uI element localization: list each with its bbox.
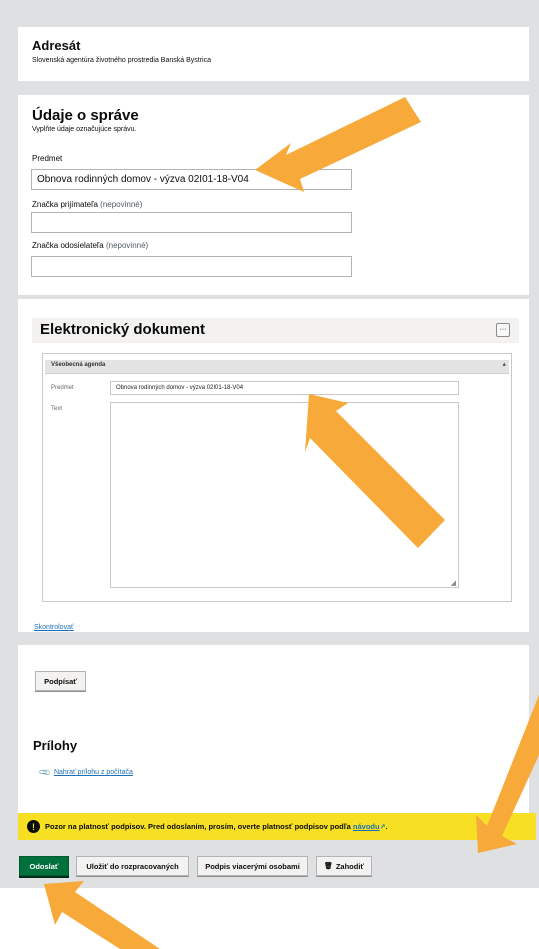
warning-banner: ! Pozor na platnosť podpisov. Pred odosl… bbox=[18, 813, 536, 840]
warning-text-wrap: Pozor na platnosť podpisov. Pred odoslan… bbox=[45, 822, 388, 831]
agenda-subject-label: Predmet bbox=[51, 385, 74, 391]
message-details-card: Údaje o správe Vyplňte údaje označujúce … bbox=[18, 95, 529, 295]
recipient-ref-label: Značka prijímateľa (nepovinné) bbox=[32, 200, 142, 209]
sender-ref-label: Značka odosielateľa (nepovinné) bbox=[32, 241, 148, 250]
sign-button[interactable]: Podpísať bbox=[35, 671, 86, 691]
resize-handle-icon[interactable]: ◢ bbox=[451, 579, 456, 587]
message-title: Údaje o správe bbox=[32, 107, 139, 124]
recipient-card: Adresát Slovenská agentúra životného pro… bbox=[18, 27, 529, 81]
send-button[interactable]: Odoslať bbox=[19, 856, 69, 876]
edoc-form-frame: Všeobecná agenda ▴ Predmet Obnova rodinn… bbox=[42, 353, 512, 602]
agenda-panel-header: Všeobecná agenda ▴ bbox=[45, 360, 509, 374]
trash-icon: 🗑 bbox=[323, 863, 333, 870]
recipient-value: Slovenská agentúra životného prostredia … bbox=[32, 57, 211, 64]
agenda-text-label: Text bbox=[51, 406, 63, 412]
attachments-title: Prílohy bbox=[33, 738, 78, 753]
subject-input[interactable]: Obnova rodinných domov - výzva 02I01-18-… bbox=[31, 169, 352, 190]
recipient-ref-label-text: Značka prijímateľa bbox=[32, 200, 98, 209]
recipient-ref-input[interactable] bbox=[31, 212, 352, 233]
upload-link[interactable]: Nahrať prílohu z počítača bbox=[54, 769, 133, 776]
check-link[interactable]: Skontrolovať bbox=[34, 624, 74, 631]
discard-label: Zahodiť bbox=[335, 861, 365, 871]
guide-link[interactable]: návodu bbox=[353, 822, 380, 831]
edoc-more-button[interactable]: ··· bbox=[496, 323, 510, 337]
save-draft-button[interactable]: Uložiť do rozpracovaných bbox=[76, 856, 189, 876]
agenda-panel-title: Všeobecná agenda bbox=[51, 362, 106, 368]
agenda-subject-input[interactable]: Obnova rodinných domov - výzva 02I01-18-… bbox=[110, 381, 459, 395]
recipient-title: Adresát bbox=[32, 38, 81, 53]
recipient-ref-optional: (nepovinné) bbox=[100, 200, 143, 209]
warning-icon: ! bbox=[27, 820, 40, 833]
subject-label: Predmet bbox=[32, 154, 63, 163]
arrow-icon-send bbox=[44, 881, 160, 949]
paperclip-icon: 📎 bbox=[38, 765, 52, 780]
upload-row[interactable]: 📎 Nahrať prílohu z počítača bbox=[38, 765, 133, 780]
edoc-header: Elektronický dokument ··· bbox=[32, 318, 519, 343]
attachments-card: Prílohy 📎 Nahrať prílohu z počítača bbox=[18, 722, 529, 814]
agenda-text-area[interactable]: ◢ bbox=[110, 402, 459, 588]
sender-ref-optional: (nepovinné) bbox=[105, 241, 149, 250]
multi-sign-button[interactable]: Podpis viacerými osobami bbox=[197, 856, 308, 876]
message-subtitle: Vyplňte údaje označujúce správu. bbox=[32, 126, 137, 133]
discard-button[interactable]: 🗑 Zahodiť bbox=[316, 856, 372, 876]
warning-end: . bbox=[385, 822, 388, 831]
warning-text: Pozor na platnosť podpisov. Pred odoslan… bbox=[45, 822, 351, 831]
sender-ref-label-text: Značka odosielateľa bbox=[32, 241, 104, 250]
edoc-card: Elektronický dokument ··· Všeobecná agen… bbox=[18, 299, 529, 632]
sender-ref-input[interactable] bbox=[31, 256, 352, 277]
edoc-title: Elektronický dokument bbox=[40, 321, 206, 338]
collapse-icon[interactable]: ▴ bbox=[502, 360, 506, 368]
